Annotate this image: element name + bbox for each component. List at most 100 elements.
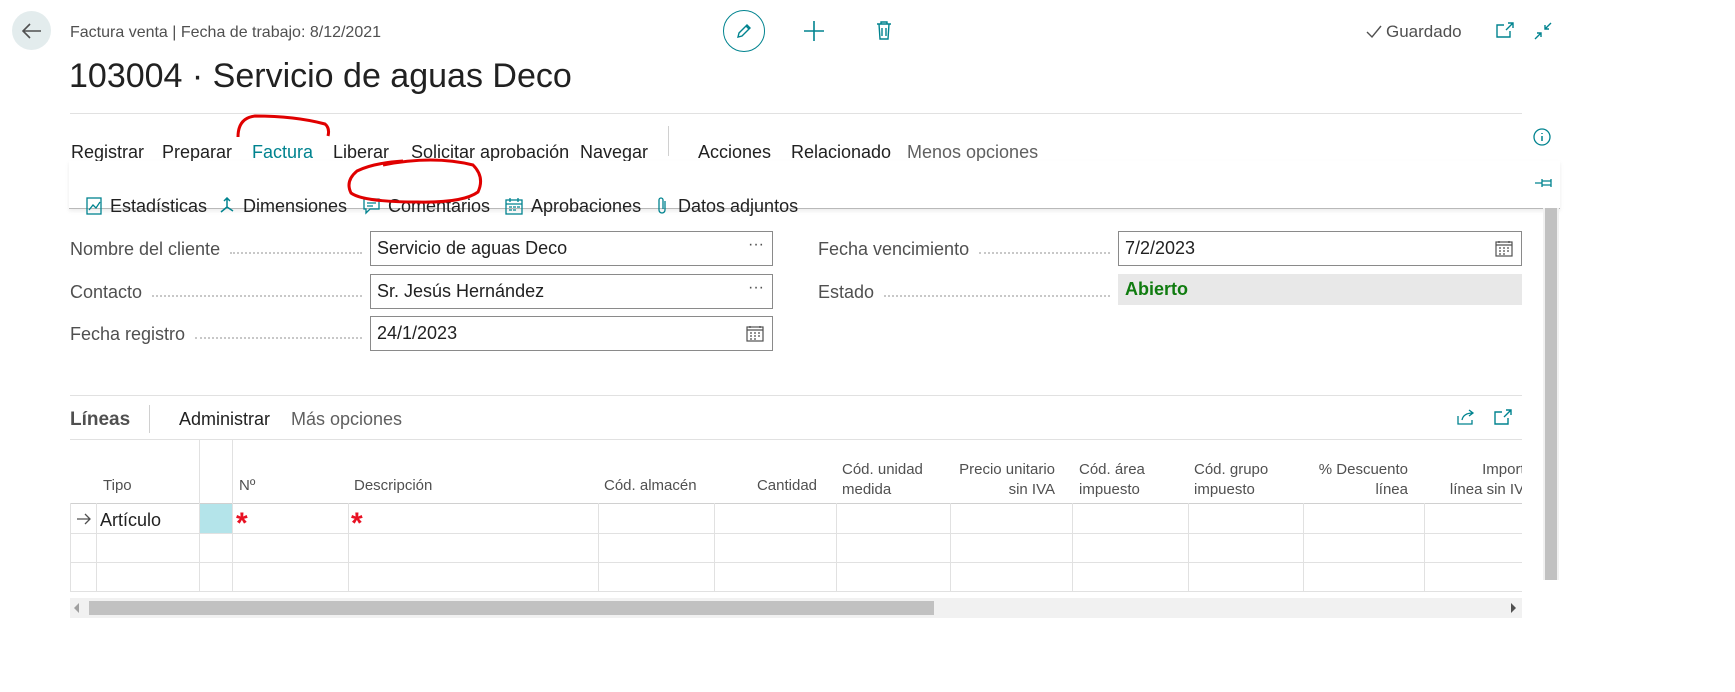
lookup-ellipsis-button[interactable]: ··· [748,279,764,297]
grid-col-line [1303,503,1304,592]
col-no[interactable]: Nº [239,476,255,496]
pencil-icon [737,24,751,38]
open-in-new-icon [1496,22,1514,38]
delete-button[interactable] [876,20,892,40]
new-button[interactable] [803,20,825,42]
grid-header-line [70,503,1522,504]
lines-manage-button[interactable]: Administrar [179,409,270,430]
col-descuento-linea[interactable]: % Descuento línea [1305,460,1408,500]
edit-button[interactable] [723,10,765,52]
col-importe-linea[interactable]: Importe línea sin IVA [1448,460,1522,500]
statistics-icon [86,197,102,215]
due-date-field[interactable]: 7/2/2023 [1118,231,1522,266]
calendar-icon[interactable] [746,325,764,342]
col-cantidad[interactable]: Cantidad [716,476,817,496]
row-selected-indicator [200,504,232,533]
grid-col-line [96,503,97,592]
expand-lines-button[interactable] [1494,409,1512,425]
posting-date-label: Fecha registro [70,324,370,345]
arrow-left-icon [21,22,41,39]
action-estadisticas[interactable]: Estadísticas [86,194,207,218]
vertical-scrollbar[interactable] [1543,208,1559,580]
collapse-button[interactable] [1534,22,1552,40]
action-aprobaciones[interactable]: Aprobaciones [505,194,641,218]
grid-col-line [1188,503,1189,592]
col-precio-unitario[interactable]: Precio unitario sin IVA [952,460,1055,500]
saved-label: Guardado [1386,22,1462,41]
grid-col-line [1072,503,1073,592]
calendar-icon[interactable] [1495,240,1513,257]
annotation-circle-comentarios [347,158,483,204]
col-cod-area-impuesto[interactable]: Cód. área impuesto [1079,460,1169,500]
saved-status: Guardado [1366,22,1462,42]
nav-divider [668,126,669,156]
contact-label: Contacto [70,282,370,303]
lines-header-divider [149,405,150,433]
arrow-right-icon [77,513,91,525]
grid-col-line [714,503,715,592]
lines-more-options-button[interactable]: Más opciones [291,409,402,430]
col-descripcion[interactable]: Descripción [354,476,432,496]
scrollbar-thumb[interactable] [89,601,934,615]
action-dimensiones[interactable]: Dimensiones [219,194,347,218]
posting-date-field[interactable]: 24/1/2023 [370,316,773,351]
paperclip-icon [658,197,666,214]
grid-col-line [598,503,599,592]
dimensions-icon [220,197,234,213]
nav-acciones[interactable]: Acciones [698,141,771,163]
page-caption: Factura venta | Fecha de trabajo: 8/12/2… [70,24,382,41]
back-button[interactable] [12,11,51,50]
info-button[interactable] [1533,128,1551,146]
nav-registrar[interactable]: Registrar [71,141,144,163]
grid-col-line [950,503,951,592]
due-date-label: Fecha vencimiento [818,239,1118,260]
required-marker-no: * [236,507,248,540]
row-current-arrow [76,513,92,525]
info-icon [1533,128,1551,146]
grid-col-line [348,503,349,592]
status-label: Estado [818,282,1118,303]
grid-col-line [836,503,837,592]
nav-preparar[interactable]: Preparar [162,141,232,163]
open-new-window-button[interactable] [1496,22,1514,38]
nav-menos-opciones[interactable]: Menos opciones [907,141,1038,163]
grid-row-line [70,533,1522,534]
col-cod-grupo-impuesto[interactable]: Cód. grupo impuesto [1194,460,1294,500]
grid-row-line [70,591,1522,592]
grid-col-line [1424,503,1425,592]
pin-icon [1535,179,1552,187]
vertical-scrollbar-thumb[interactable] [1545,208,1557,580]
contact-field[interactable]: Sr. Jesús Hernández ··· [370,274,773,309]
check-icon [1366,25,1382,39]
action-datos-adjuntos[interactable]: Datos adjuntos [656,194,798,218]
required-marker-descripcion: * [351,507,363,540]
customer-name-field[interactable]: Servicio de aguas Deco ··· [370,231,773,266]
customer-name-label: Nombre del cliente [70,239,370,260]
grid-col-line [70,503,71,592]
collapse-icon [1534,22,1552,40]
pin-button[interactable] [1534,176,1554,190]
lookup-ellipsis-button[interactable]: ··· [748,236,764,254]
grid-row-line [70,562,1522,563]
col-cod-almacen[interactable]: Cód. almacén [604,476,697,496]
share-icon [1457,409,1475,425]
lines-divider-top [70,395,1522,396]
share-button[interactable] [1457,409,1475,425]
lines-title: Líneas [70,409,131,430]
approvals-icon [505,198,523,215]
plus-icon [804,21,824,41]
scrollbar-right-arrow[interactable] [1511,603,1516,613]
col-cod-unidad-medida[interactable]: Cód. unidad medida [842,460,932,500]
page-title: 103004 · Servicio de aguas Deco [69,57,572,95]
table-row-tipo[interactable]: Artículo [100,510,161,531]
scrollbar-left-arrow[interactable] [74,603,79,613]
nav-relacionado[interactable]: Relacionado [791,141,891,163]
col-importe-linea-clip: Importe línea sin IVA [1425,460,1522,502]
col-tipo[interactable]: Tipo [103,476,132,496]
nav-navegar[interactable]: Navegar [580,141,648,163]
nav-factura[interactable]: Factura [252,141,313,163]
horizontal-scrollbar[interactable] [70,598,1522,618]
open-in-new-icon [1494,409,1512,425]
grid-col-line [232,440,233,592]
lines-toolbar-divider [70,439,1522,440]
